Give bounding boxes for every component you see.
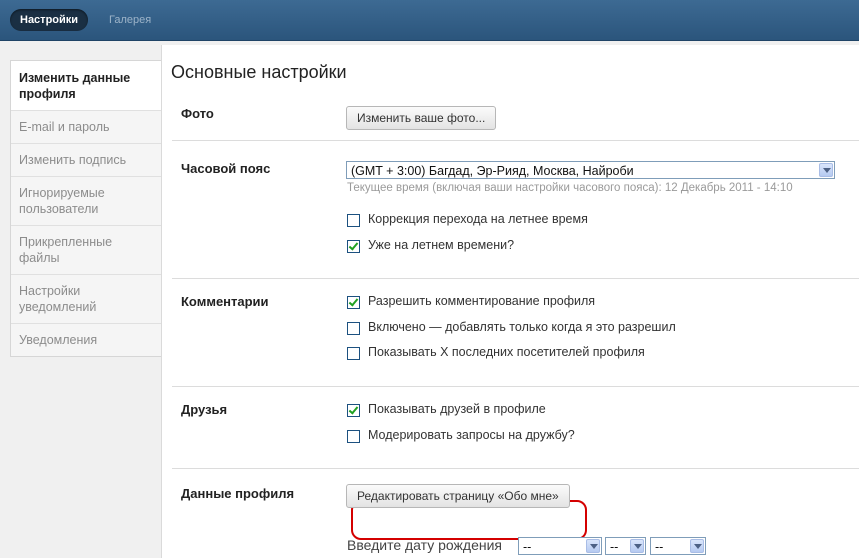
timezone-section: Часовой пояс (GMT + 3:00) Багдад, Эр-Рия… <box>172 141 859 279</box>
timezone-hint: Текущее время (включая ваши настройки ча… <box>347 182 793 194</box>
settings-sidebar: Изменить данные профиля E-mail и пароль … <box>10 60 162 357</box>
sidebar-item-attachments[interactable]: Прикрепленные файлы <box>11 225 161 274</box>
chevron-down-icon <box>690 539 704 553</box>
birth-year-value: -- <box>655 540 664 554</box>
edit-about-me-button[interactable]: Редактировать страницу «Обо мне» <box>346 484 570 508</box>
comments-section: Комментарии Разрешить комментирование пр… <box>172 279 859 387</box>
comments-label: Комментарии <box>181 294 269 309</box>
checkbox-moderate-friend-requests[interactable] <box>347 430 360 443</box>
timezone-label: Часовой пояс <box>181 161 271 176</box>
chevron-down-icon <box>819 163 833 177</box>
profile-data-label: Данные профиля <box>181 486 295 501</box>
chevron-down-icon <box>630 539 644 553</box>
checkbox-allow-comments[interactable] <box>347 296 360 309</box>
checkbox-moderate-comments[interactable] <box>347 322 360 335</box>
checkbox-label: Показывать друзей в профиле <box>368 402 546 416</box>
sidebar-item-email-password[interactable]: E-mail и пароль <box>11 110 161 143</box>
checkbox-label: Уже на летнем времени? <box>368 238 515 252</box>
timezone-selected-value: (GMT + 3:00) Багдад, Эр-Рияд, Москва, На… <box>351 164 634 178</box>
sidebar-item-signature[interactable]: Изменить подпись <box>11 143 161 176</box>
birth-year-select[interactable]: -- <box>650 537 706 555</box>
page-title: Основные настройки <box>171 62 347 82</box>
tab-gallery[interactable]: Галерея <box>109 9 151 31</box>
chevron-down-icon <box>586 539 600 553</box>
friends-section: Друзья Показывать друзей в профиле Модер… <box>172 387 859 469</box>
birthdate-label: Введите дату рождения <box>347 537 502 553</box>
checkbox-label: Показывать X последних посетителей профи… <box>368 345 645 359</box>
checkbox-label: Разрешить комментирование профиля <box>368 294 596 308</box>
checkbox-label: Модерировать запросы на дружбу? <box>368 428 575 442</box>
checkbox-show-friends[interactable] <box>347 404 360 417</box>
checkbox-dst-correction[interactable] <box>347 214 360 227</box>
birth-day-select[interactable]: -- <box>518 537 602 555</box>
top-nav-bar: Настройки Галерея <box>0 0 859 41</box>
sidebar-item-ignored-users[interactable]: Игнорируемые пользователи <box>11 176 161 225</box>
sidebar-item-notifications[interactable]: Уведомления <box>11 323 161 356</box>
photo-label: Фото <box>181 106 214 121</box>
timezone-select[interactable]: (GMT + 3:00) Багдад, Эр-Рияд, Москва, На… <box>346 161 835 179</box>
checkbox-show-visitors[interactable] <box>347 347 360 360</box>
sidebar-item-notification-settings[interactable]: Настройки уведомлений <box>11 274 161 323</box>
friends-label: Друзья <box>181 402 228 417</box>
profile-data-section: Данные профиля Редактировать страницу «О… <box>172 469 859 558</box>
photo-section: Фото Изменить ваше фото... <box>172 93 859 141</box>
birth-month-select[interactable]: -- <box>605 537 646 555</box>
checkbox-label: Включено — добавлять только когда я это … <box>368 320 676 334</box>
main-panel: Основные настройки Фото Изменить ваше фо… <box>161 45 859 558</box>
checkbox-label: Коррекция перехода на летнее время <box>368 212 588 226</box>
sidebar-item-edit-profile[interactable]: Изменить данные профиля <box>11 61 161 110</box>
change-photo-button[interactable]: Изменить ваше фото... <box>346 106 497 130</box>
birth-day-value: -- <box>523 540 532 554</box>
checkbox-dst-active[interactable] <box>347 240 360 253</box>
tab-settings[interactable]: Настройки <box>10 9 89 31</box>
birth-month-value: -- <box>610 540 619 554</box>
